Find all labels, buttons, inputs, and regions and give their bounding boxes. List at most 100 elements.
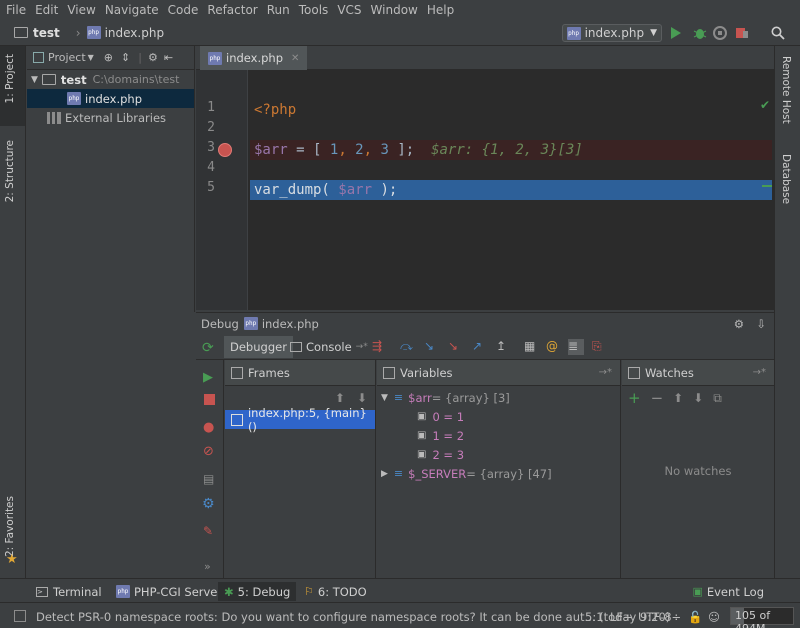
run-to-cursor-icon[interactable]: ↥	[496, 339, 512, 355]
code-editor[interactable]: 1 2 3 4 5 <?php $arr = [ 1, 2, 3 ]; $arr…	[196, 70, 774, 310]
copy-icon[interactable]: ⧉	[713, 391, 722, 406]
arrow-down-icon[interactable]: ⬇	[357, 391, 367, 405]
gear-icon[interactable]: ⚙	[202, 496, 215, 512]
breakpoint-icon[interactable]	[218, 143, 232, 157]
breadcrumb-file[interactable]: php index.php	[86, 26, 164, 40]
watches-panel: Watches →* + − ⬆ ⬇ ⧉ No watches	[622, 360, 774, 578]
lock-icon[interactable]: 🔓	[688, 610, 702, 624]
tree-root-row[interactable]: ▼ test C:\domains\test	[27, 70, 194, 89]
memory-indicator[interactable]: 105 of 494M	[730, 607, 794, 628]
debug-session-tab[interactable]: index.php	[262, 317, 319, 331]
no-watches-text: No watches	[664, 464, 732, 478]
menu-code[interactable]: Code	[168, 3, 199, 17]
layout-icon[interactable]: ▤	[203, 472, 214, 486]
force-step-into-icon[interactable]: ↘	[448, 339, 464, 355]
run-button[interactable]	[668, 25, 684, 41]
collapse-arrow-icon[interactable]: ▶	[381, 469, 388, 479]
expand-arrow-icon[interactable]: ▼	[381, 393, 388, 403]
menu-edit[interactable]: Edit	[35, 3, 58, 17]
more-icon[interactable]: »	[204, 560, 211, 573]
structure-tool-tab[interactable]: 2: Structure	[0, 134, 25, 209]
project-tool-tab[interactable]: 1: Project	[0, 46, 25, 126]
rerun-icon[interactable]: ⟳	[202, 340, 214, 356]
remove-watch-icon[interactable]: −	[651, 389, 664, 407]
inspector-icon[interactable]: ☺	[708, 610, 720, 624]
remote-host-tool-tab[interactable]: Remote Host	[775, 52, 800, 142]
tab-debugger[interactable]: Debugger	[224, 336, 293, 358]
close-icon[interactable]: ✕	[291, 53, 299, 64]
step-into-icon[interactable]: ↘	[424, 339, 440, 355]
variable-item-row[interactable]: ▣ 1 = 2	[377, 426, 620, 445]
arrow-up-icon[interactable]: ⬆	[335, 391, 345, 405]
file-encoding[interactable]: UTF-8÷	[638, 610, 681, 624]
at-icon[interactable]: @	[546, 339, 562, 355]
caret-position[interactable]: 5:1	[585, 610, 604, 624]
status-message[interactable]: Detect PSR-0 namespace roots: Do you wan…	[36, 610, 670, 624]
show-execution-point-icon[interactable]: ⇶	[372, 339, 388, 355]
stop-listen-button[interactable]	[734, 25, 750, 41]
menu-refactor[interactable]: Refactor	[207, 3, 257, 17]
expand-arrow-icon[interactable]: ▼	[31, 75, 38, 85]
toggle-tool-windows-icon[interactable]	[14, 610, 26, 622]
debug-button[interactable]	[692, 25, 708, 41]
tree-file-row[interactable]: php index.php	[27, 89, 194, 108]
variable-row-server[interactable]: ▶ ≡ $_SERVER = {array} [47]	[377, 464, 620, 483]
menu-window[interactable]: Window	[371, 3, 418, 17]
line-number: 3	[207, 140, 215, 155]
project-panel: Project ▼ ⊕ ⇕ | ⚙ ⇤ ▼ test C:\domains\te…	[27, 46, 195, 312]
tree-external-libraries-row[interactable]: External Libraries	[27, 108, 194, 127]
stop-icon[interactable]	[204, 394, 215, 405]
listen-debug-button[interactable]	[712, 25, 728, 41]
settings-list-icon[interactable]: ≣	[568, 339, 584, 355]
gear-icon[interactable]: ⚙	[734, 317, 744, 331]
tab-terminal[interactable]: > Terminal	[30, 582, 108, 601]
frame-item[interactable]: index.php:5, {main}()	[225, 406, 375, 434]
gear-icon[interactable]: ⚙	[148, 51, 158, 64]
run-configuration-select[interactable]: php index.php ▼	[561, 24, 662, 42]
tab-console[interactable]: Console →*	[284, 336, 374, 358]
evaluate-expression-icon[interactable]: ▦	[524, 339, 540, 355]
hide-panel-icon[interactable]: ⇩	[756, 317, 766, 331]
pin-tab-icon[interactable]: ✎	[203, 524, 213, 538]
variable-row-arr[interactable]: ▼ ≡ $arr = {array} [3]	[377, 388, 620, 407]
folder-icon	[14, 27, 28, 38]
project-view-selector[interactable]: Project	[48, 51, 86, 64]
breadcrumb-project[interactable]: test	[14, 26, 60, 40]
search-everywhere-button[interactable]	[770, 25, 786, 41]
menu-navigate[interactable]: Navigate	[105, 3, 159, 17]
favorites-tool-tab[interactable]: 2: Favorites ★	[0, 490, 25, 570]
scroll-from-source-icon[interactable]: ⊕	[104, 51, 113, 64]
array-icon: ≡	[393, 391, 404, 404]
frame-item-label: index.php:5, {main}()	[247, 405, 367, 434]
menu-run[interactable]: Run	[267, 3, 290, 17]
arrow-down-icon[interactable]: ⬇	[693, 391, 703, 405]
menu-vcs[interactable]: VCS	[337, 3, 361, 17]
add-watch-icon[interactable]: +	[628, 389, 641, 407]
collapse-all-icon[interactable]: ⇕	[121, 51, 130, 64]
restore-layout-icon[interactable]: ⎘	[592, 339, 608, 355]
menu-help[interactable]: Help	[427, 3, 454, 17]
mute-breakpoints-icon[interactable]: ⊘	[203, 444, 214, 459]
tree-root-path: C:\domains\test	[92, 73, 180, 86]
line-separator[interactable]: LF÷	[610, 610, 633, 624]
arrow-up-icon[interactable]: ⬆	[673, 391, 683, 405]
editor-tab-index-php[interactable]: php index.php ✕	[200, 46, 308, 70]
step-over-icon[interactable]: ⤼	[400, 339, 416, 355]
pin-icon[interactable]: →*	[753, 367, 766, 378]
step-out-icon[interactable]: ↗	[472, 339, 488, 355]
menu-file[interactable]: File	[6, 3, 26, 17]
tab-event-log[interactable]: ▣ Event Log	[686, 582, 770, 601]
resume-icon[interactable]: ▶	[203, 370, 213, 385]
variable-item-row[interactable]: ▣ 2 = 3	[377, 445, 620, 464]
database-tool-tab[interactable]: Database	[775, 150, 800, 230]
hide-panel-icon[interactable]: ⇤	[164, 51, 173, 64]
pin-icon[interactable]: →*	[599, 367, 612, 378]
menu-view[interactable]: View	[67, 3, 95, 17]
view-breakpoints-icon[interactable]: ●	[203, 420, 214, 435]
tab-todo[interactable]: ⚐ 6: TODO	[298, 582, 373, 601]
menu-tools[interactable]: Tools	[299, 3, 329, 17]
tab-debug[interactable]: ✱ 5: Debug	[218, 582, 297, 601]
tab-php-cgi-server[interactable]: php PHP-CGI Server	[110, 582, 228, 601]
php-file-icon: php	[566, 26, 581, 40]
variable-item-row[interactable]: ▣ 0 = 1	[377, 407, 620, 426]
